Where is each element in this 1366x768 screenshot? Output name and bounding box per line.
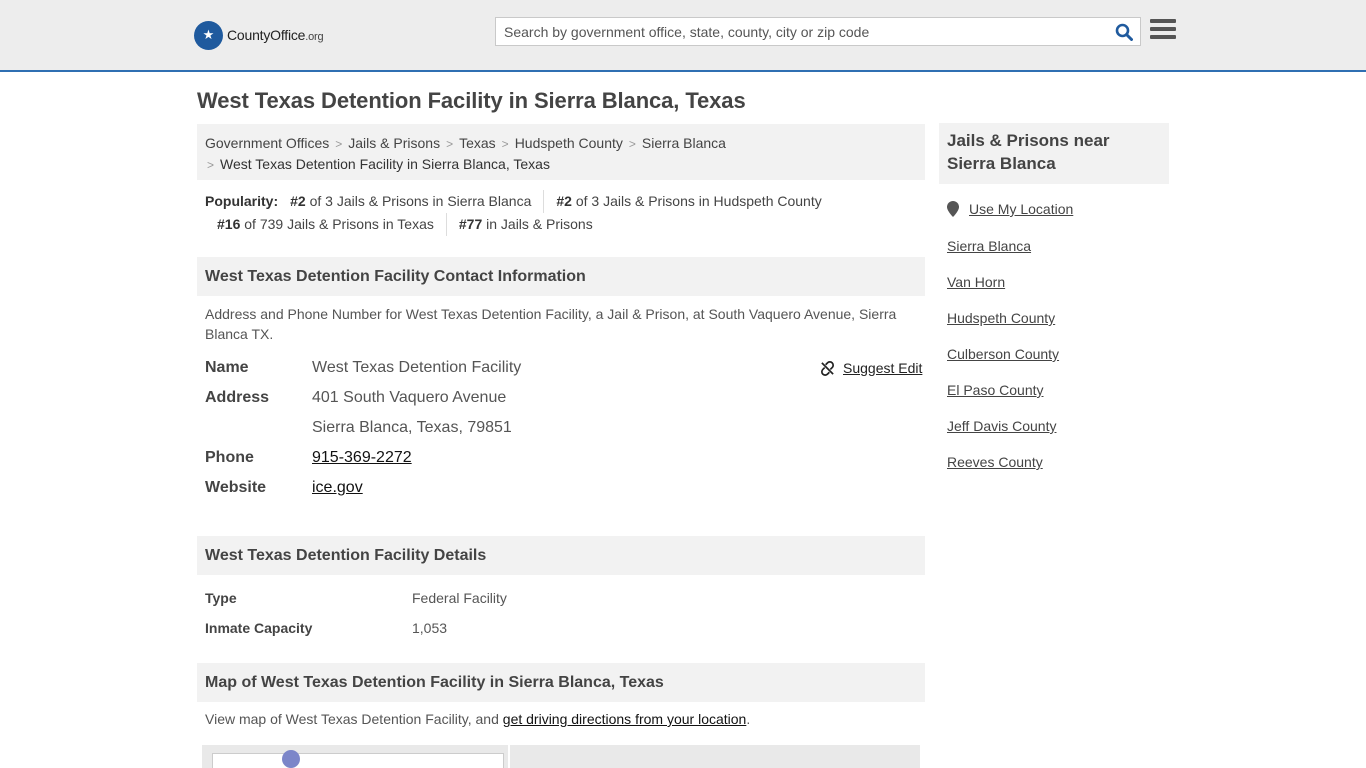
search-icon xyxy=(1115,23,1133,41)
popularity-item: #16 of 739 Jails & Prisons in Texas xyxy=(217,216,434,232)
driving-directions-link[interactable]: get driving directions from your locatio… xyxy=(503,711,747,727)
phone-label: Phone xyxy=(205,449,254,466)
search-input[interactable] xyxy=(496,18,1108,45)
site-logo[interactable]: ★ CountyOffice.org xyxy=(194,20,324,50)
sidebar-link-el-paso-county[interactable]: El Paso County xyxy=(947,381,1059,417)
chevron-right-icon: > xyxy=(335,137,343,151)
search-bar xyxy=(495,17,1141,46)
hamburger-menu-icon[interactable] xyxy=(1150,19,1176,43)
popularity-item: #2 of 3 Jails & Prisons in Hudspeth Coun… xyxy=(543,190,833,213)
contact-heading: West Texas Detention Facility Contact In… xyxy=(197,257,925,296)
name-value: West Texas Detention Facility xyxy=(312,359,522,376)
sidebar-link-hudspeth-county[interactable]: Hudspeth County xyxy=(947,309,1059,345)
suggest-edit-link[interactable]: Suggest Edit xyxy=(820,360,922,376)
capacity-value: 1,053 xyxy=(412,620,448,636)
address-line2: Sierra Blanca, Texas, 79851 xyxy=(312,419,512,436)
popularity-label: Popularity: xyxy=(205,193,279,209)
chevron-right-icon: > xyxy=(501,137,509,151)
map-description: View map of West Texas Detention Facilit… xyxy=(205,711,751,727)
sidebar-link-reeves-county[interactable]: Reeves County xyxy=(947,453,1059,489)
capacity-label: Inmate Capacity xyxy=(205,620,313,636)
popularity-item: #2 of 3 Jails & Prisons in Sierra Blanca xyxy=(290,193,532,209)
breadcrumb-current: West Texas Detention Facility in Sierra … xyxy=(220,156,550,172)
suggest-edit-label: Suggest Edit xyxy=(843,360,923,376)
website-label: Website xyxy=(205,479,267,496)
use-my-location-label: Use My Location xyxy=(969,201,1074,217)
breadcrumb: Government Offices > Jails & Prisons > Texas… xyxy=(197,124,925,180)
page-title: West Texas Detention Facility in Sierra … xyxy=(197,88,746,113)
logo-tld: .org xyxy=(305,31,324,43)
top-header: ★ CountyOffice.org xyxy=(0,0,1366,72)
search-button[interactable] xyxy=(1108,18,1140,45)
map-heading: Map of West Texas Detention Facility in … xyxy=(197,663,925,702)
name-label: Name xyxy=(205,359,249,376)
logo-text: CountyOffice xyxy=(227,27,306,43)
popularity-item: #77 in Jails & Prisons xyxy=(445,213,605,236)
address-label: Address xyxy=(205,389,270,406)
sidebar-link-sierra-blanca[interactable]: Sierra Blanca xyxy=(947,237,1059,273)
breadcrumb-jails-prisons[interactable]: Jails & Prisons xyxy=(348,135,440,151)
map-pin-icon xyxy=(947,201,959,217)
address-line1: 401 South Vaquero Avenue xyxy=(312,389,507,406)
details-heading: West Texas Detention Facility Details xyxy=(197,536,925,575)
contact-description: Address and Phone Number for West Texas … xyxy=(205,306,897,342)
sidebar-link-jeff-davis-county[interactable]: Jeff Davis County xyxy=(947,417,1059,453)
map-marker-icon xyxy=(282,750,300,768)
sidebar-heading: Jails & Prisons near Sierra Blanca xyxy=(939,123,1169,184)
unlink-icon xyxy=(821,360,834,376)
use-my-location-link[interactable]: Use My Location xyxy=(947,201,1073,217)
chevron-right-icon: > xyxy=(207,158,215,172)
chevron-right-icon: > xyxy=(446,137,454,151)
website-link[interactable]: ice.gov xyxy=(312,479,363,497)
sidebar-links: Sierra Blanca Van Horn Hudspeth County C… xyxy=(947,237,1059,489)
map-embed[interactable] xyxy=(202,745,920,768)
breadcrumb-government-offices[interactable]: Government Offices xyxy=(205,135,329,151)
popularity: Popularity: #2 of 3 Jails & Prisons in S… xyxy=(205,190,925,236)
chevron-right-icon: > xyxy=(628,137,636,151)
map-info-panel xyxy=(212,753,504,768)
sidebar-link-van-horn[interactable]: Van Horn xyxy=(947,273,1059,309)
breadcrumb-texas[interactable]: Texas xyxy=(459,135,496,151)
eagle-icon: ★ xyxy=(194,20,223,50)
type-label: Type xyxy=(205,590,237,606)
phone-link[interactable]: 915-369-2272 xyxy=(312,449,412,467)
type-value: Federal Facility xyxy=(412,590,507,606)
breadcrumb-sierra-blanca[interactable]: Sierra Blanca xyxy=(642,135,726,151)
sidebar-link-culberson-county[interactable]: Culberson County xyxy=(947,345,1059,381)
breadcrumb-hudspeth-county[interactable]: Hudspeth County xyxy=(515,135,623,151)
